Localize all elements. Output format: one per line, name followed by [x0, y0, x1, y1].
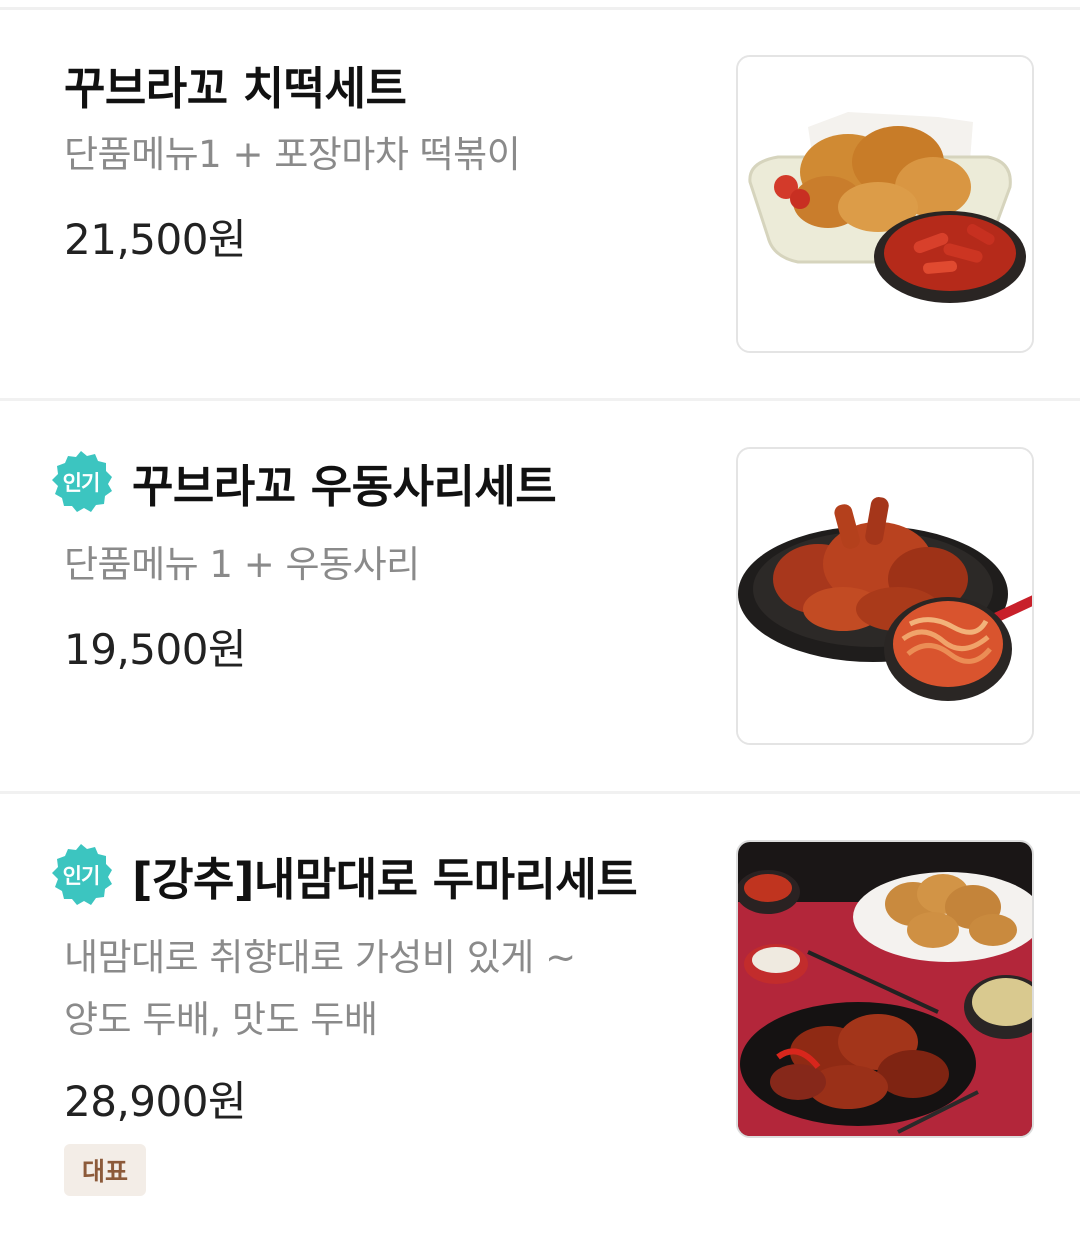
item-title-row: 꾸브라꼬 치떡세트	[64, 52, 407, 117]
item-price: 19,500원	[64, 625, 247, 674]
item-description-line: 단품메뉴 1 + 우동사리	[64, 543, 420, 586]
menu-item-chicken-udon-set[interactable]: 인기 꾸브라꼬 우동사리세트 단품메뉴 1 + 우동사리 19,500원	[0, 401, 1080, 793]
item-title: [강추]내맘대로 두마리세트	[132, 852, 638, 906]
chicken-udon-photo[interactable]	[736, 447, 1034, 745]
item-title: 꾸브라꼬 치떡세트	[64, 62, 407, 115]
popular-badge: 인기	[48, 842, 114, 908]
item-title: 꾸브라꼬 우동사리세트	[132, 459, 557, 513]
two-chicken-set-photo[interactable]	[736, 840, 1034, 1138]
item-description: 단품메뉴 1 + 우동사리	[64, 534, 684, 596]
item-price: 28,900원	[64, 1077, 247, 1126]
item-description: 내맘대로 취향대로 가성비 있게 ~ 양도 두배, 맛도 두배	[64, 927, 684, 1051]
item-description: 단품메뉴1 + 포장마차 떡볶이	[64, 124, 684, 186]
item-title-row: 인기 [강추]내맘대로 두마리세트	[52, 842, 638, 908]
chicken-tteokbokki-photo[interactable]	[736, 55, 1034, 353]
item-price: 21,500원	[64, 215, 247, 264]
popular-badge-label: 인기	[62, 864, 101, 888]
popular-badge-label: 인기	[62, 471, 101, 495]
representative-tag: 대표	[64, 1144, 146, 1196]
item-title-row: 인기 꾸브라꼬 우동사리세트	[52, 449, 557, 515]
item-description-line: 단품메뉴1 + 포장마차 떡볶이	[64, 133, 521, 176]
menu-item-chicken-tteok-set[interactable]: 꾸브라꼬 치떡세트 단품메뉴1 + 포장마차 떡볶이 21,500원	[0, 0, 1080, 400]
menu-item-two-chicken-set[interactable]: 인기 [강추]내맘대로 두마리세트 내맘대로 취향대로 가성비 있게 ~ 양도 …	[0, 794, 1080, 1233]
popular-badge: 인기	[48, 449, 114, 515]
item-description-line: 내맘대로 취향대로 가성비 있게 ~	[64, 936, 576, 979]
item-description-line: 양도 두배, 맛도 두배	[64, 998, 378, 1041]
